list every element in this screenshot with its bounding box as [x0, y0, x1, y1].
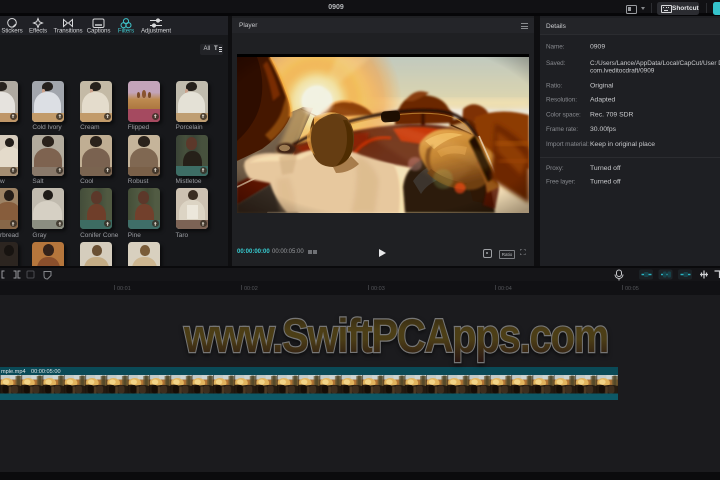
- svg-text:Saved:: Saved:: [546, 60, 566, 67]
- svg-text:www.SwiftPCApps.com: www.SwiftPCApps.com: [183, 310, 608, 363]
- svg-text:com.lveditocdraft/0909: com.lveditocdraft/0909: [590, 68, 655, 75]
- svg-text:0909: 0909: [590, 44, 605, 51]
- svg-text:00:01: 00:01: [117, 286, 131, 292]
- svg-text:Effects: Effects: [29, 28, 47, 35]
- svg-text:00:04: 00:04: [498, 286, 512, 292]
- svg-text:Proxy:: Proxy:: [546, 165, 564, 172]
- svg-text:00:05: 00:05: [625, 286, 639, 292]
- svg-text:Import material:: Import material:: [546, 141, 589, 148]
- svg-text:Adapted: Adapted: [590, 97, 616, 104]
- svg-text:Free layer:: Free layer:: [546, 179, 576, 186]
- svg-text:Turned off: Turned off: [590, 179, 621, 186]
- svg-text:Ratio:: Ratio:: [546, 83, 562, 90]
- svg-text:Resolution:: Resolution:: [546, 97, 577, 104]
- svg-text:Keep in original place: Keep in original place: [590, 141, 655, 148]
- svg-text:Original: Original: [590, 83, 614, 90]
- svg-text:Name:: Name:: [546, 44, 565, 51]
- svg-text:Frame rate:: Frame rate:: [546, 126, 578, 133]
- svg-text:Stickers: Stickers: [1, 28, 22, 35]
- svg-text:30.00fps: 30.00fps: [590, 126, 617, 133]
- svg-text:00:03: 00:03: [371, 286, 385, 292]
- svg-text:Transitions: Transitions: [54, 28, 83, 35]
- svg-text:Color space:: Color space:: [546, 111, 581, 118]
- svg-text:00:02: 00:02: [244, 286, 258, 292]
- svg-text:C:/Users/Lance/AppData/Local/C: C:/Users/Lance/AppData/Local/CapCut/User…: [590, 60, 720, 67]
- svg-text:Filters: Filters: [118, 28, 134, 35]
- svg-text:Captions: Captions: [87, 28, 111, 35]
- svg-text:Adjustment: Adjustment: [141, 28, 171, 35]
- svg-text:Rec. 709 SDR: Rec. 709 SDR: [590, 111, 634, 118]
- svg-text:Turned off: Turned off: [590, 165, 621, 172]
